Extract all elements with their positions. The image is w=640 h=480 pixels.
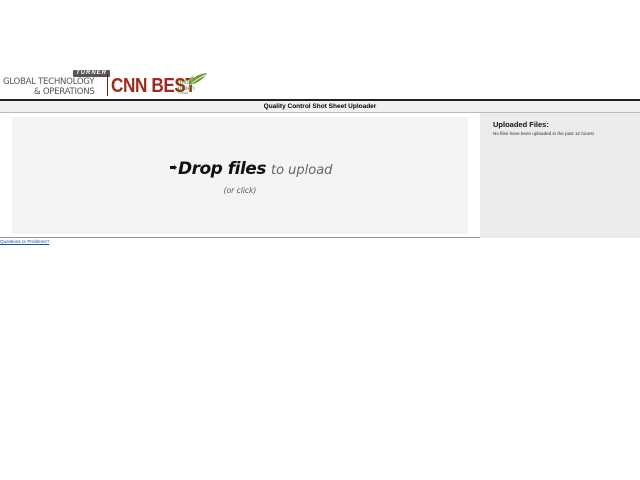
logo-divider [107, 74, 108, 96]
drop-zone-strong-text: Drop files [178, 159, 266, 179]
page-title-bar: Quality Control Shot Sheet Uploader [0, 99, 640, 113]
think-green-small: TURNER [178, 92, 189, 95]
uploaded-files-empty-message: No files have been uploaded in the past … [493, 131, 595, 136]
page-title: Quality Control Shot Sheet Uploader [263, 103, 377, 110]
page: TURNER GLOBAL TECHNOLOGY & OPERATIONS CN… [0, 0, 640, 480]
drop-zone-subtext: (or click) [223, 186, 257, 195]
file-drop-zone[interactable]: Drop files to upload (or click) [12, 117, 468, 234]
gto-logo-line2: & OPERATIONS [34, 87, 95, 97]
questions-link[interactable]: Questions or Problems? [0, 239, 49, 244]
gto-logo: GLOBAL TECHNOLOGY & OPERATIONS [3, 77, 105, 97]
uploaded-files-panel: Uploaded Files: No files have been uploa… [480, 113, 640, 238]
uploaded-files-title: Uploaded Files: [493, 120, 549, 129]
header-logos: TURNER GLOBAL TECHNOLOGY & OPERATIONS CN… [0, 68, 640, 100]
drop-arrow-icon [170, 165, 177, 170]
drop-zone-light-text: to upload [270, 163, 333, 178]
drop-zone-message: Drop files to upload [170, 159, 332, 179]
think-green-logo: think green TURNER [178, 72, 208, 98]
turner-logo: TURNER [73, 70, 110, 77]
main-content: Drop files to upload (or click) Uploaded… [0, 113, 640, 238]
gto-logo-line1: GLOBAL TECHNOLOGY [3, 77, 95, 87]
